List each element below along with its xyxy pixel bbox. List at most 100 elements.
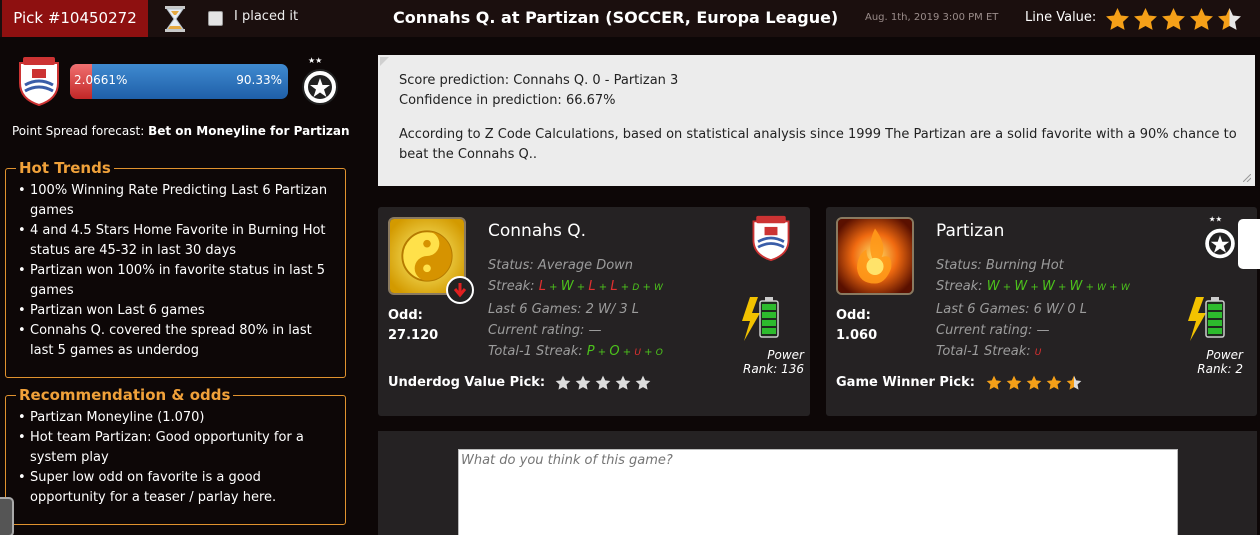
svg-text:★★: ★★	[308, 56, 322, 65]
streak-label: Streak:	[488, 279, 535, 294]
team-stats: Status: Average Down Streak: L + W + L +…	[488, 255, 663, 364]
streak-result: U	[634, 348, 641, 358]
connahs-logo-icon	[752, 215, 790, 262]
placed-checkbox[interactable]	[208, 11, 223, 26]
team-card-partizan: Odd: 1.060 Partizan Status: Burning Hot …	[826, 207, 1257, 416]
win-probability-bar: 2.0661% 90.33%	[70, 64, 288, 99]
resize-handle-icon[interactable]	[1243, 174, 1251, 182]
connahs-crest-icon	[19, 57, 59, 107]
streak-separator: +	[545, 282, 561, 293]
streak-result: W	[1014, 279, 1028, 294]
streak-result: L	[588, 279, 596, 294]
power-rank: Power Rank: 2	[1166, 348, 1243, 376]
streak-separator: +	[999, 282, 1015, 293]
total-streak-label: Total-1 Streak:	[936, 344, 1031, 359]
streak-result: U	[1034, 348, 1042, 358]
power-label: Power	[1206, 348, 1243, 362]
score-prediction: Score prediction: Connahs Q. 0 - Partiza…	[399, 73, 679, 88]
streak-separator: +	[1027, 282, 1042, 293]
total-streak-values: U	[1035, 344, 1042, 359]
star-icon	[986, 375, 1002, 390]
streak-result: L	[538, 279, 546, 294]
recommendation-item: Hot team Partizan: Good opportunity for …	[18, 428, 335, 468]
power-battery-icon	[1188, 297, 1225, 341]
last-six-games: Last 6 Games: 2 W/ 3 L	[488, 302, 640, 317]
power-label: Power	[767, 348, 804, 362]
streak-separator: +	[1106, 282, 1121, 293]
team-streak: Streak: W + W + W + W + W + W	[936, 276, 1130, 299]
streak-separator: +	[619, 347, 635, 358]
star-icon	[635, 375, 651, 390]
streak-values: L + W + L + L + D + W	[539, 279, 663, 294]
star-icon	[1106, 8, 1129, 30]
point-spread-forecast: Point Spread forecast: Bet on Moneyline …	[12, 124, 350, 138]
odd-label: Odd:	[836, 308, 871, 323]
team-card-connahs: Odd: 27.120 Connahs Q. Status: Average D…	[378, 207, 810, 416]
partizan-logo-icon: ★★	[1203, 214, 1237, 261]
trend-item: Partizan won 100% in favorite status in …	[18, 261, 335, 301]
streak-label: Streak:	[936, 279, 983, 294]
star-icon	[595, 375, 611, 390]
left-column: 2.0661% 90.33% ★★ Point Spread forecast:…	[0, 37, 355, 535]
team-name[interactable]: Connahs Q.	[488, 221, 586, 241]
match-title: Connahs Q. at Partizan (SOCCER, Europa L…	[393, 8, 839, 27]
team-name[interactable]: Partizan	[936, 221, 1004, 241]
line-value-label: Line Value:	[1025, 10, 1097, 25]
trend-item: Connahs Q. covered the spread 80% in las…	[18, 321, 335, 361]
current-rating: Current rating: —	[488, 323, 602, 338]
star-icon	[1006, 375, 1022, 390]
total-streak: Total-1 Streak: P + O + U + O	[488, 341, 663, 364]
team-status: Status: Average Down	[488, 258, 634, 273]
arrow-down-icon	[446, 276, 474, 304]
rank-label: Rank: 2	[1197, 362, 1243, 376]
star-icon	[615, 375, 631, 390]
top-bar: Pick #10450272 I placed it Connahs Q. at…	[0, 0, 1260, 37]
total-streak: Total-1 Streak: U	[936, 341, 1130, 364]
game-winner-pick-stars	[986, 375, 1082, 391]
prediction-notch	[380, 57, 389, 66]
recommendation-panel: Recommendation & odds Partizan Moneyline…	[5, 386, 346, 525]
spread-value: Bet on Moneyline for Partizan	[148, 124, 350, 138]
last-six-games: Last 6 Games: 6 W/ 0 L	[936, 302, 1088, 317]
hot-trends-list: 100% Winning Rate Predicting Last 6 Part…	[6, 169, 345, 361]
match-date: Aug. 1th, 2019 3:00 PM ET	[865, 12, 999, 23]
recommendation-title: Recommendation & odds	[16, 386, 234, 404]
power-rank: Power Rank: 136	[718, 348, 804, 376]
game-winner-pick-label: Game Winner Pick:	[836, 375, 975, 390]
loading-spinner-widget[interactable]	[1238, 219, 1260, 269]
placed-label[interactable]: I placed it	[234, 9, 298, 24]
streak-result: P	[586, 344, 595, 359]
streak-result: W	[986, 279, 1000, 294]
underdog-pick-label: Underdog Value Pick:	[388, 375, 546, 390]
pick-id-tab[interactable]: Pick #10450272	[2, 0, 148, 37]
power-battery-icon	[742, 297, 779, 341]
star-icon	[555, 375, 571, 390]
star-icon	[1046, 375, 1062, 390]
streak-result: W	[1069, 279, 1083, 294]
burning-hot-status-icon	[836, 217, 914, 295]
half-star-icon	[1218, 8, 1241, 30]
odd-value: 27.120	[388, 328, 439, 343]
total-streak-label: Total-1 Streak:	[488, 344, 583, 359]
total-streak-values: P + O + U + O	[587, 344, 663, 359]
line-value-stars	[1105, 7, 1242, 32]
star-icon	[1190, 8, 1213, 30]
streak-result: W	[1097, 283, 1107, 293]
feedback-tab[interactable]	[0, 497, 14, 535]
streak-result: O	[609, 344, 620, 359]
partizan-crest-icon: ★★	[302, 56, 338, 105]
streak-separator: +	[594, 347, 610, 358]
prediction-analysis: According to Z Code Calculations, based …	[399, 127, 1237, 162]
streak-separator: +	[640, 347, 656, 358]
trend-item: 4 and 4.5 Stars Home Favorite in Burning…	[18, 221, 335, 261]
current-rating: Current rating: —	[936, 323, 1050, 338]
star-icon	[1066, 375, 1082, 390]
prediction-box: Score prediction: Connahs Q. 0 - Partiza…	[378, 55, 1255, 186]
trend-item: Partizan won Last 6 games	[18, 301, 335, 321]
hot-trends-title: Hot Trends	[16, 159, 114, 177]
team-stats: Status: Burning Hot Streak: W + W + W + …	[936, 255, 1130, 364]
streak-separator: +	[639, 282, 655, 293]
star-icon	[1134, 8, 1157, 30]
odd-label: Odd:	[388, 308, 423, 323]
comment-input[interactable]	[458, 449, 1178, 535]
